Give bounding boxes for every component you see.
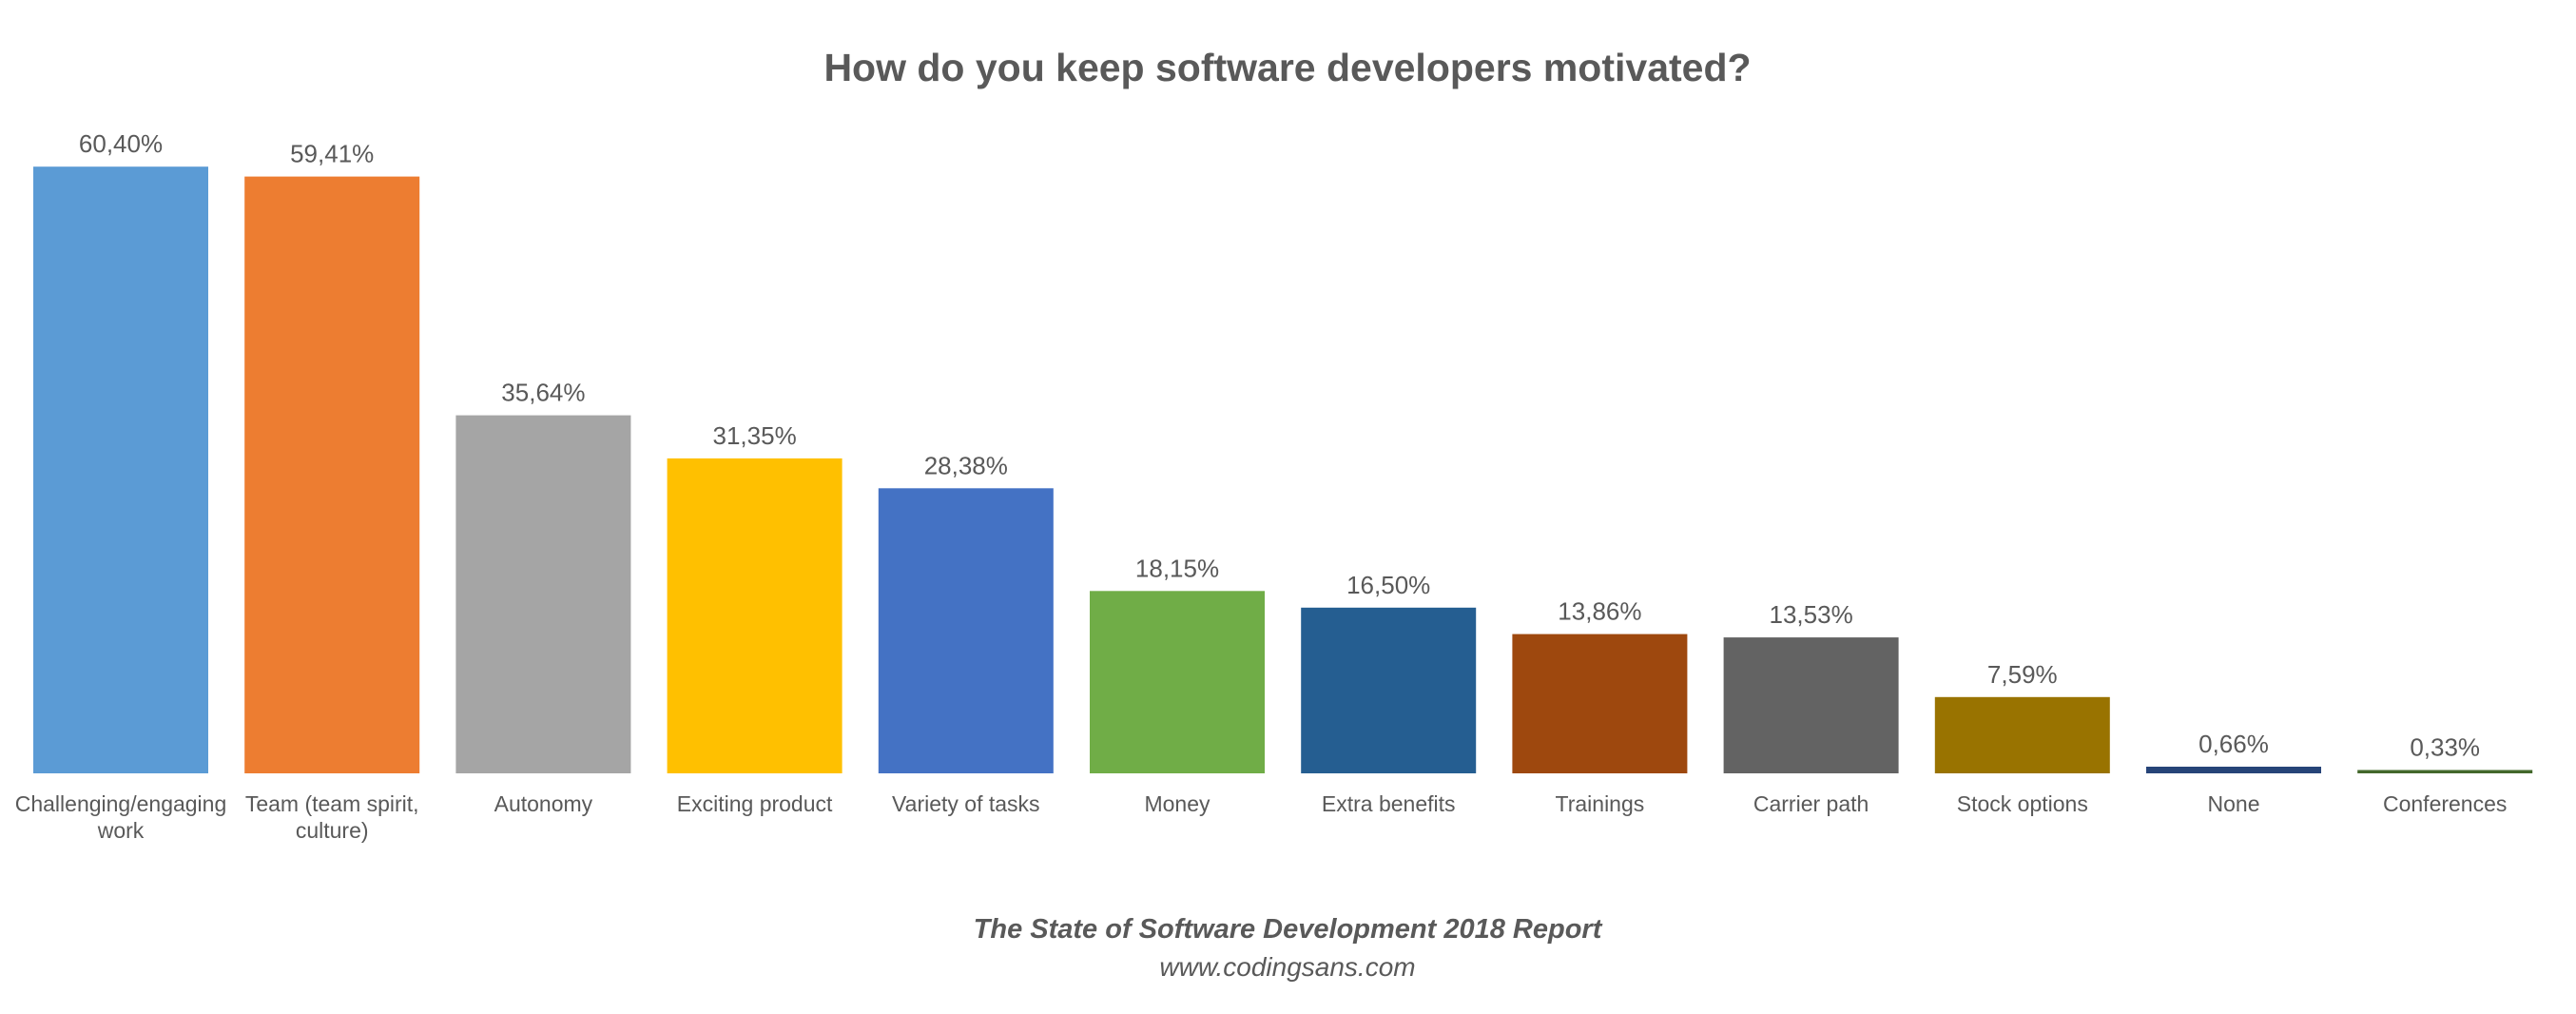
footer-source: The State of Software Development 2018 R…	[974, 914, 1603, 945]
bar-autonomy	[455, 415, 631, 773]
bar-variety-of-tasks	[878, 488, 1054, 773]
category-label-exciting-product: Exciting product	[677, 791, 833, 816]
bar-extra-benefits	[1301, 607, 1477, 773]
chart-title: How do you keep software developers moti…	[823, 46, 1751, 89]
bars-group	[33, 166, 2533, 774]
category-label-line: Team (team spirit,	[245, 791, 419, 816]
category-label-variety-of-tasks: Variety of tasks	[892, 791, 1040, 816]
data-label-stock-options: 7,59%	[1987, 660, 2058, 689]
category-label-line: Stock options	[1957, 791, 2088, 816]
category-label-line: Exciting product	[677, 791, 833, 816]
data-label-trainings: 13,86%	[1558, 597, 1641, 626]
data-label-team-team-spirit-culture: 59,41%	[290, 140, 374, 168]
data-label-autonomy: 35,64%	[501, 379, 585, 407]
bar-conferences	[2357, 770, 2533, 773]
category-label-extra-benefits: Extra benefits	[1322, 791, 1456, 816]
category-labels-group: Challenging/engaging work Team (team spiri…	[15, 791, 2508, 843]
category-label-line: Carrier path	[1753, 791, 1869, 816]
data-label-challenging-engaging-work: 60,40%	[79, 129, 163, 158]
data-label-money: 18,15%	[1135, 554, 1219, 582]
category-label-line: Conferences	[2383, 791, 2507, 816]
bar-money	[1090, 591, 1265, 773]
bar-exciting-product	[667, 458, 843, 773]
bar-chart: How do you keep software developers moti…	[15, 46, 2533, 982]
category-label-none: None	[2208, 791, 2260, 816]
data-label-conferences: 0,33%	[2410, 733, 2480, 762]
category-label-line: None	[2208, 791, 2260, 816]
data-label-exciting-product: 31,35%	[713, 421, 797, 450]
category-label-conferences: Conferences	[2383, 791, 2507, 816]
data-label-carrier-path: 13,53%	[1770, 600, 1853, 629]
bar-stock-options	[1934, 696, 2110, 773]
category-label-money: Money	[1144, 791, 1211, 816]
category-label-line: Extra benefits	[1322, 791, 1456, 816]
category-label-line: Variety of tasks	[892, 791, 1040, 816]
category-label-line: Money	[1144, 791, 1211, 816]
category-label-trainings: Trainings	[1556, 791, 1645, 816]
category-label-carrier-path: Carrier path	[1753, 791, 1869, 816]
category-label-team-team-spirit-culture: Team (team spirit, culture)	[245, 791, 419, 843]
data-label-variety-of-tasks: 28,38%	[924, 451, 1008, 479]
category-label-line: Challenging/engaging	[15, 791, 227, 816]
data-label-extra-benefits: 16,50%	[1346, 571, 1430, 599]
bar-team-team-spirit-culture	[244, 176, 420, 774]
category-label-challenging-engaging-work: Challenging/engaging work	[15, 791, 227, 843]
category-label-stock-options: Stock options	[1957, 791, 2088, 816]
footer-url[interactable]: www.codingsans.com	[1159, 952, 1415, 982]
bar-challenging-engaging-work	[33, 166, 208, 773]
bar-carrier-path	[1723, 637, 1899, 773]
category-label-line: work	[97, 818, 145, 843]
data-label-none: 0,66%	[2198, 730, 2269, 758]
data-labels-group: 60,40% 59,41% 35,64% 31,35% 28,38% 18,15% 16,5…	[79, 129, 2480, 761]
category-label-line: Autonomy	[494, 791, 593, 816]
category-label-line: culture)	[296, 818, 369, 843]
bar-trainings	[1512, 634, 1688, 773]
category-label-line: Trainings	[1556, 791, 1645, 816]
category-label-autonomy: Autonomy	[494, 791, 593, 816]
bar-none	[2146, 767, 2321, 773]
